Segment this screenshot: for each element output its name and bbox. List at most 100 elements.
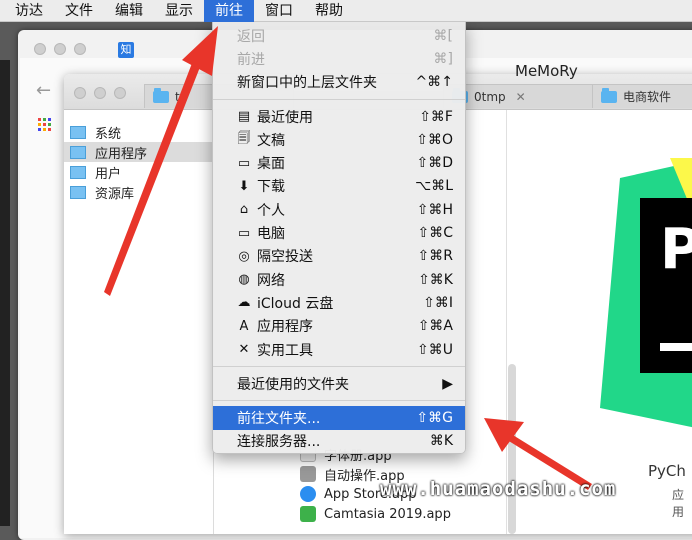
go-menu-item[interactable]: ▤ 最近使用 ⇧⌘F xyxy=(213,105,465,128)
menu-help[interactable]: 帮助 xyxy=(304,0,354,22)
go-menu-item-shortcut: ^⌘↑ xyxy=(415,74,453,91)
go-menu-item-shortcut: ⌘] xyxy=(433,50,453,67)
menu-separator xyxy=(213,98,465,100)
go-menu-item-shortcut: ⇧⌘G xyxy=(416,410,453,427)
go-menu-item-label: 前进 xyxy=(237,51,265,68)
folder-icon xyxy=(70,185,86,199)
folder-icon xyxy=(70,165,86,179)
go-menu-item-shortcut: ⇧⌘U xyxy=(417,341,453,358)
go-menu-item-shortcut: ⇧⌘R xyxy=(417,248,453,265)
go-menu-item-shortcut: ⇧⌘O xyxy=(416,131,453,148)
finder-close-button[interactable] xyxy=(74,87,86,99)
menu-go[interactable]: 前往 xyxy=(204,0,254,22)
tab-label: 0tmp xyxy=(474,89,506,104)
go-menu-item[interactable]: ✕ 实用工具 ⇧⌘U xyxy=(213,338,465,361)
go-menu-item[interactable]: 新窗口中的上层文件夹 ^⌘↑ xyxy=(213,71,465,94)
go-menu-item-shortcut: ⌘[ xyxy=(433,27,453,44)
go-menu-item-label: 新窗口中的上层文件夹 xyxy=(237,75,377,92)
go-menu-item-shortcut: ▶ xyxy=(442,375,453,392)
go-menu-item[interactable]: ▭ 桌面 ⇧⌘D xyxy=(213,151,465,174)
go-menu-item-label: 最近使用的文件夹 xyxy=(237,376,349,393)
pycharm-logo-icon: P xyxy=(600,158,692,428)
go-menu-item-shortcut: ⇧⌘F xyxy=(419,108,453,125)
menu-finder[interactable]: 访达 xyxy=(4,0,54,22)
applications-icon: A xyxy=(239,318,249,334)
home-icon: ⌂ xyxy=(239,202,249,218)
go-menu-item-label: 前往文件夹... xyxy=(237,411,321,428)
go-menu-item-label: 桌面 xyxy=(257,156,285,173)
download-icon: ⬇ xyxy=(238,178,250,194)
menu-bar: 访达 文件 编辑 显示 前往 窗口 帮助 xyxy=(0,0,692,22)
folder-icon xyxy=(601,87,617,103)
svg-text:P: P xyxy=(660,217,692,282)
desktop-icon: ▭ xyxy=(237,155,251,171)
menu-separator xyxy=(213,400,465,402)
go-menu-item-label: 实用工具 xyxy=(257,342,313,359)
back-arrow-icon[interactable]: ← xyxy=(36,80,51,101)
go-menu-item-shortcut: ⇧⌘D xyxy=(416,155,453,172)
go-menu-item-label: 文稿 xyxy=(257,132,285,149)
menu-edit[interactable]: 编辑 xyxy=(104,0,154,22)
go-menu-item[interactable]: ⌂ 个人 ⇧⌘H xyxy=(213,198,465,221)
watermark: www.huamaodashu.com xyxy=(380,478,617,500)
go-menu-item[interactable]: ☁ iCloud 云盘 ⇧⌘I xyxy=(213,291,465,314)
go-menu-item[interactable]: 返回 ⌘[ xyxy=(213,24,465,47)
documents-icon: 🗐 xyxy=(237,130,251,146)
go-menu-item-shortcut: ⇧⌘H xyxy=(416,201,453,218)
network-icon: ◍ xyxy=(238,272,250,288)
dock xyxy=(0,60,10,526)
airdrop-icon: ◎ xyxy=(238,248,250,264)
menu-window[interactable]: 窗口 xyxy=(254,0,304,22)
go-menu-item-shortcut: ⌥⌘L xyxy=(415,178,453,195)
close-icon[interactable]: ✕ xyxy=(516,90,526,104)
go-menu-item[interactable]: 前进 ⌘] xyxy=(213,47,465,70)
app-kind-label: 应用 xyxy=(672,488,685,519)
go-menu-item[interactable]: 最近使用的文件夹 ▶ xyxy=(213,372,465,395)
go-menu-item-label: iCloud 云盘 xyxy=(257,295,334,312)
go-menu-item-shortcut: ⇧⌘C xyxy=(417,225,453,242)
go-menu-item-shortcut: ⇧⌘I xyxy=(423,294,453,311)
menu-file[interactable]: 文件 xyxy=(54,0,104,22)
go-menu-item-label: 下载 xyxy=(257,179,285,196)
list-item[interactable]: Camtasia 2019.app xyxy=(300,504,451,524)
go-menu-item[interactable]: A 应用程序 ⇧⌘A xyxy=(213,315,465,338)
red-arrow-up-icon xyxy=(104,26,218,296)
window-minimize-button[interactable] xyxy=(54,43,66,55)
apps-grid-icon[interactable] xyxy=(38,118,52,132)
go-menu-item[interactable]: 🗐 文稿 ⇧⌘O xyxy=(213,128,465,151)
computer-icon: ▭ xyxy=(237,225,251,241)
go-menu-item-label: 返回 xyxy=(237,28,265,45)
memory-title: MeMoRy xyxy=(515,62,578,80)
go-menu-item-shortcut: ⇧⌘K xyxy=(418,271,453,288)
go-menu-item[interactable]: 连接服务器... ⌘K xyxy=(213,430,465,453)
go-menu-item-label: 连接服务器... xyxy=(237,434,321,451)
go-menu-item-label: 网络 xyxy=(257,272,285,289)
go-menu-item-label: 应用程序 xyxy=(257,319,313,336)
menu-separator xyxy=(213,366,465,368)
app-store-icon xyxy=(300,486,316,502)
window-close-button[interactable] xyxy=(34,43,46,55)
go-menu-item[interactable]: ⬇ 下载 ⌥⌘L xyxy=(213,175,465,198)
window-zoom-button[interactable] xyxy=(74,43,86,55)
recents-icon: ▤ xyxy=(237,109,251,125)
folder-icon xyxy=(70,125,86,139)
go-menu-item[interactable]: ◎ 隔空投送 ⇧⌘R xyxy=(213,245,465,268)
go-menu-item[interactable]: ▭ 电脑 ⇧⌘C xyxy=(213,221,465,244)
camtasia-icon xyxy=(300,506,316,522)
go-menu-dropdown: 返回 ⌘[ 前进 ⌘] 新窗口中的上层文件夹 ^⌘↑ ▤ 最近使用 ⇧⌘F 🗐 文稿 ⇧⌘O ▭ 桌面 ⇧⌘… xyxy=(212,22,466,454)
utilities-icon: ✕ xyxy=(238,342,250,357)
icloud-icon: ☁ xyxy=(237,295,251,311)
go-menu-item[interactable]: ◍ 网络 ⇧⌘K xyxy=(213,268,465,291)
automator-icon xyxy=(300,466,316,482)
go-menu-item-shortcut: ⇧⌘A xyxy=(417,318,453,335)
tab-dianshang[interactable]: 电商软件 xyxy=(592,84,692,108)
menu-view[interactable]: 显示 xyxy=(154,0,204,22)
go-menu-item-label: 个人 xyxy=(257,202,285,219)
pycharm-label: PyCh xyxy=(648,462,686,480)
tab-label: 电商软件 xyxy=(623,90,672,104)
go-menu-item[interactable]: 前往文件夹... ⇧⌘G xyxy=(213,406,465,430)
go-menu-item-shortcut: ⌘K xyxy=(429,433,453,450)
go-menu-item-label: 最近使用 xyxy=(257,109,313,126)
go-menu-item-label: 电脑 xyxy=(257,226,285,243)
folder-icon xyxy=(70,145,86,159)
